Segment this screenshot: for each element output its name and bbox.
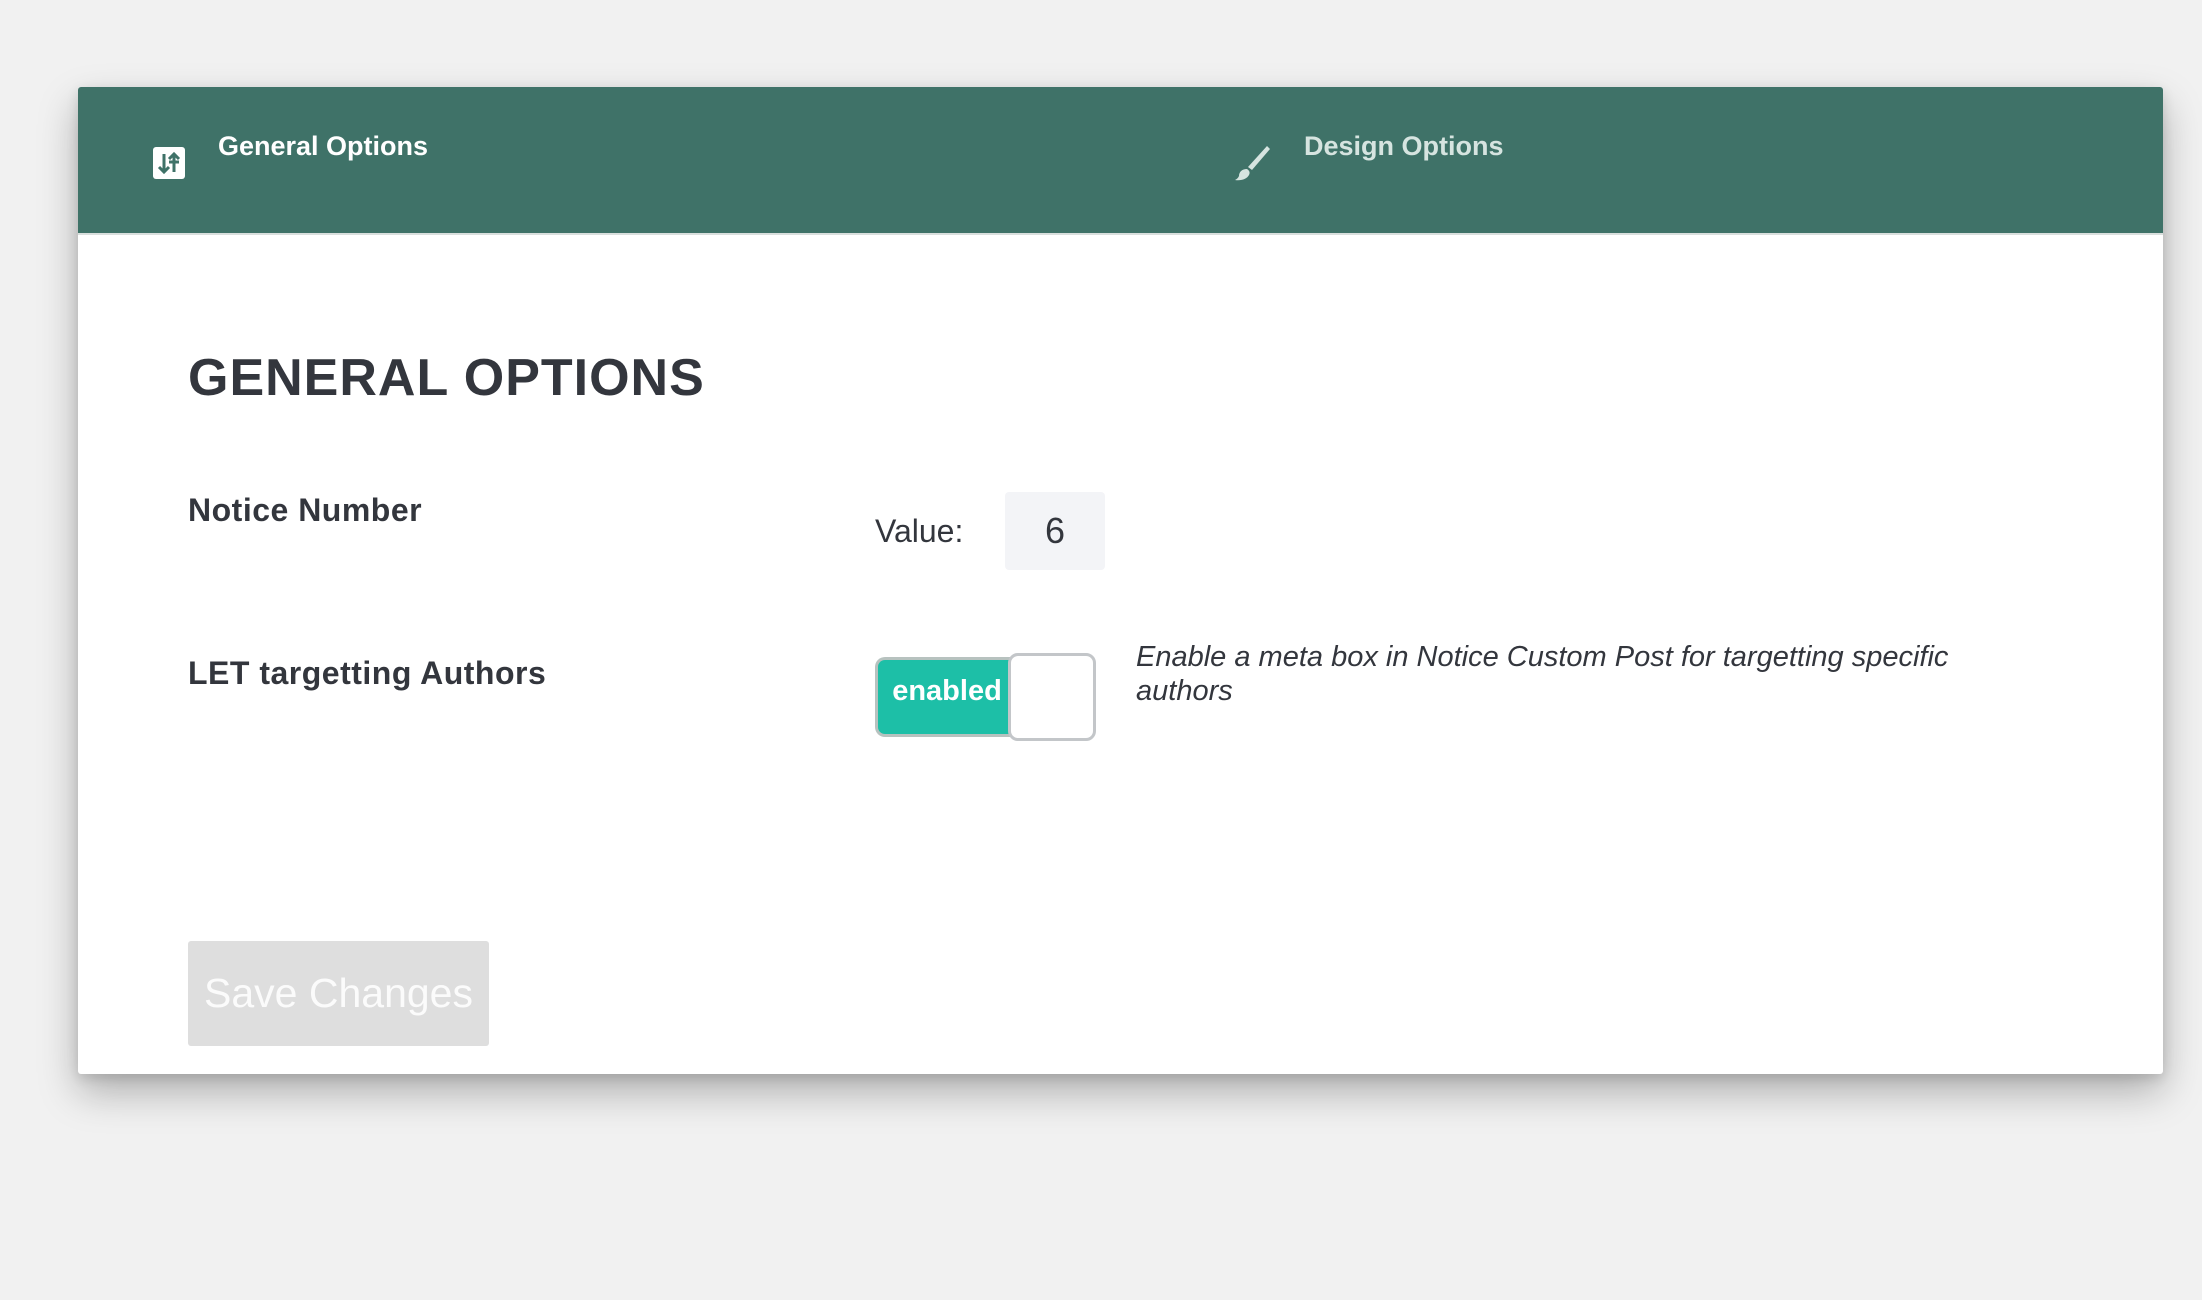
tab-general-options-label: General Options bbox=[218, 131, 429, 161]
targetting-authors-label: LET targetting Authors bbox=[188, 655, 547, 691]
notice-number-label: Notice Number bbox=[188, 492, 423, 528]
notice-number-input[interactable] bbox=[1005, 492, 1105, 570]
settings-panel: General Options Design Options GENERAL O… bbox=[78, 87, 2163, 1074]
paintbrush-icon bbox=[1235, 146, 1270, 181]
sliders-icon bbox=[153, 147, 185, 179]
targetting-authors-description: Enable a meta box in Notice Custom Post … bbox=[1136, 641, 1949, 707]
toggle-knob[interactable] bbox=[1008, 653, 1096, 741]
tab-design-options-label: Design Options bbox=[1304, 131, 1504, 161]
tab-general-options[interactable]: General Options bbox=[78, 87, 1118, 233]
toggle-state-text: enabled bbox=[892, 675, 1002, 707]
targetting-authors-toggle[interactable]: enabled bbox=[875, 653, 1097, 741]
tab-design-options[interactable]: Design Options bbox=[1118, 87, 2163, 233]
save-changes-button[interactable]: Save Changes bbox=[188, 941, 489, 1046]
value-label: Value: bbox=[875, 513, 964, 549]
general-options-content: GENERAL OPTIONS Notice Number Value: LET… bbox=[78, 235, 2163, 1074]
tab-bar: General Options Design Options bbox=[78, 87, 2163, 235]
section-title: GENERAL OPTIONS bbox=[188, 349, 705, 407]
